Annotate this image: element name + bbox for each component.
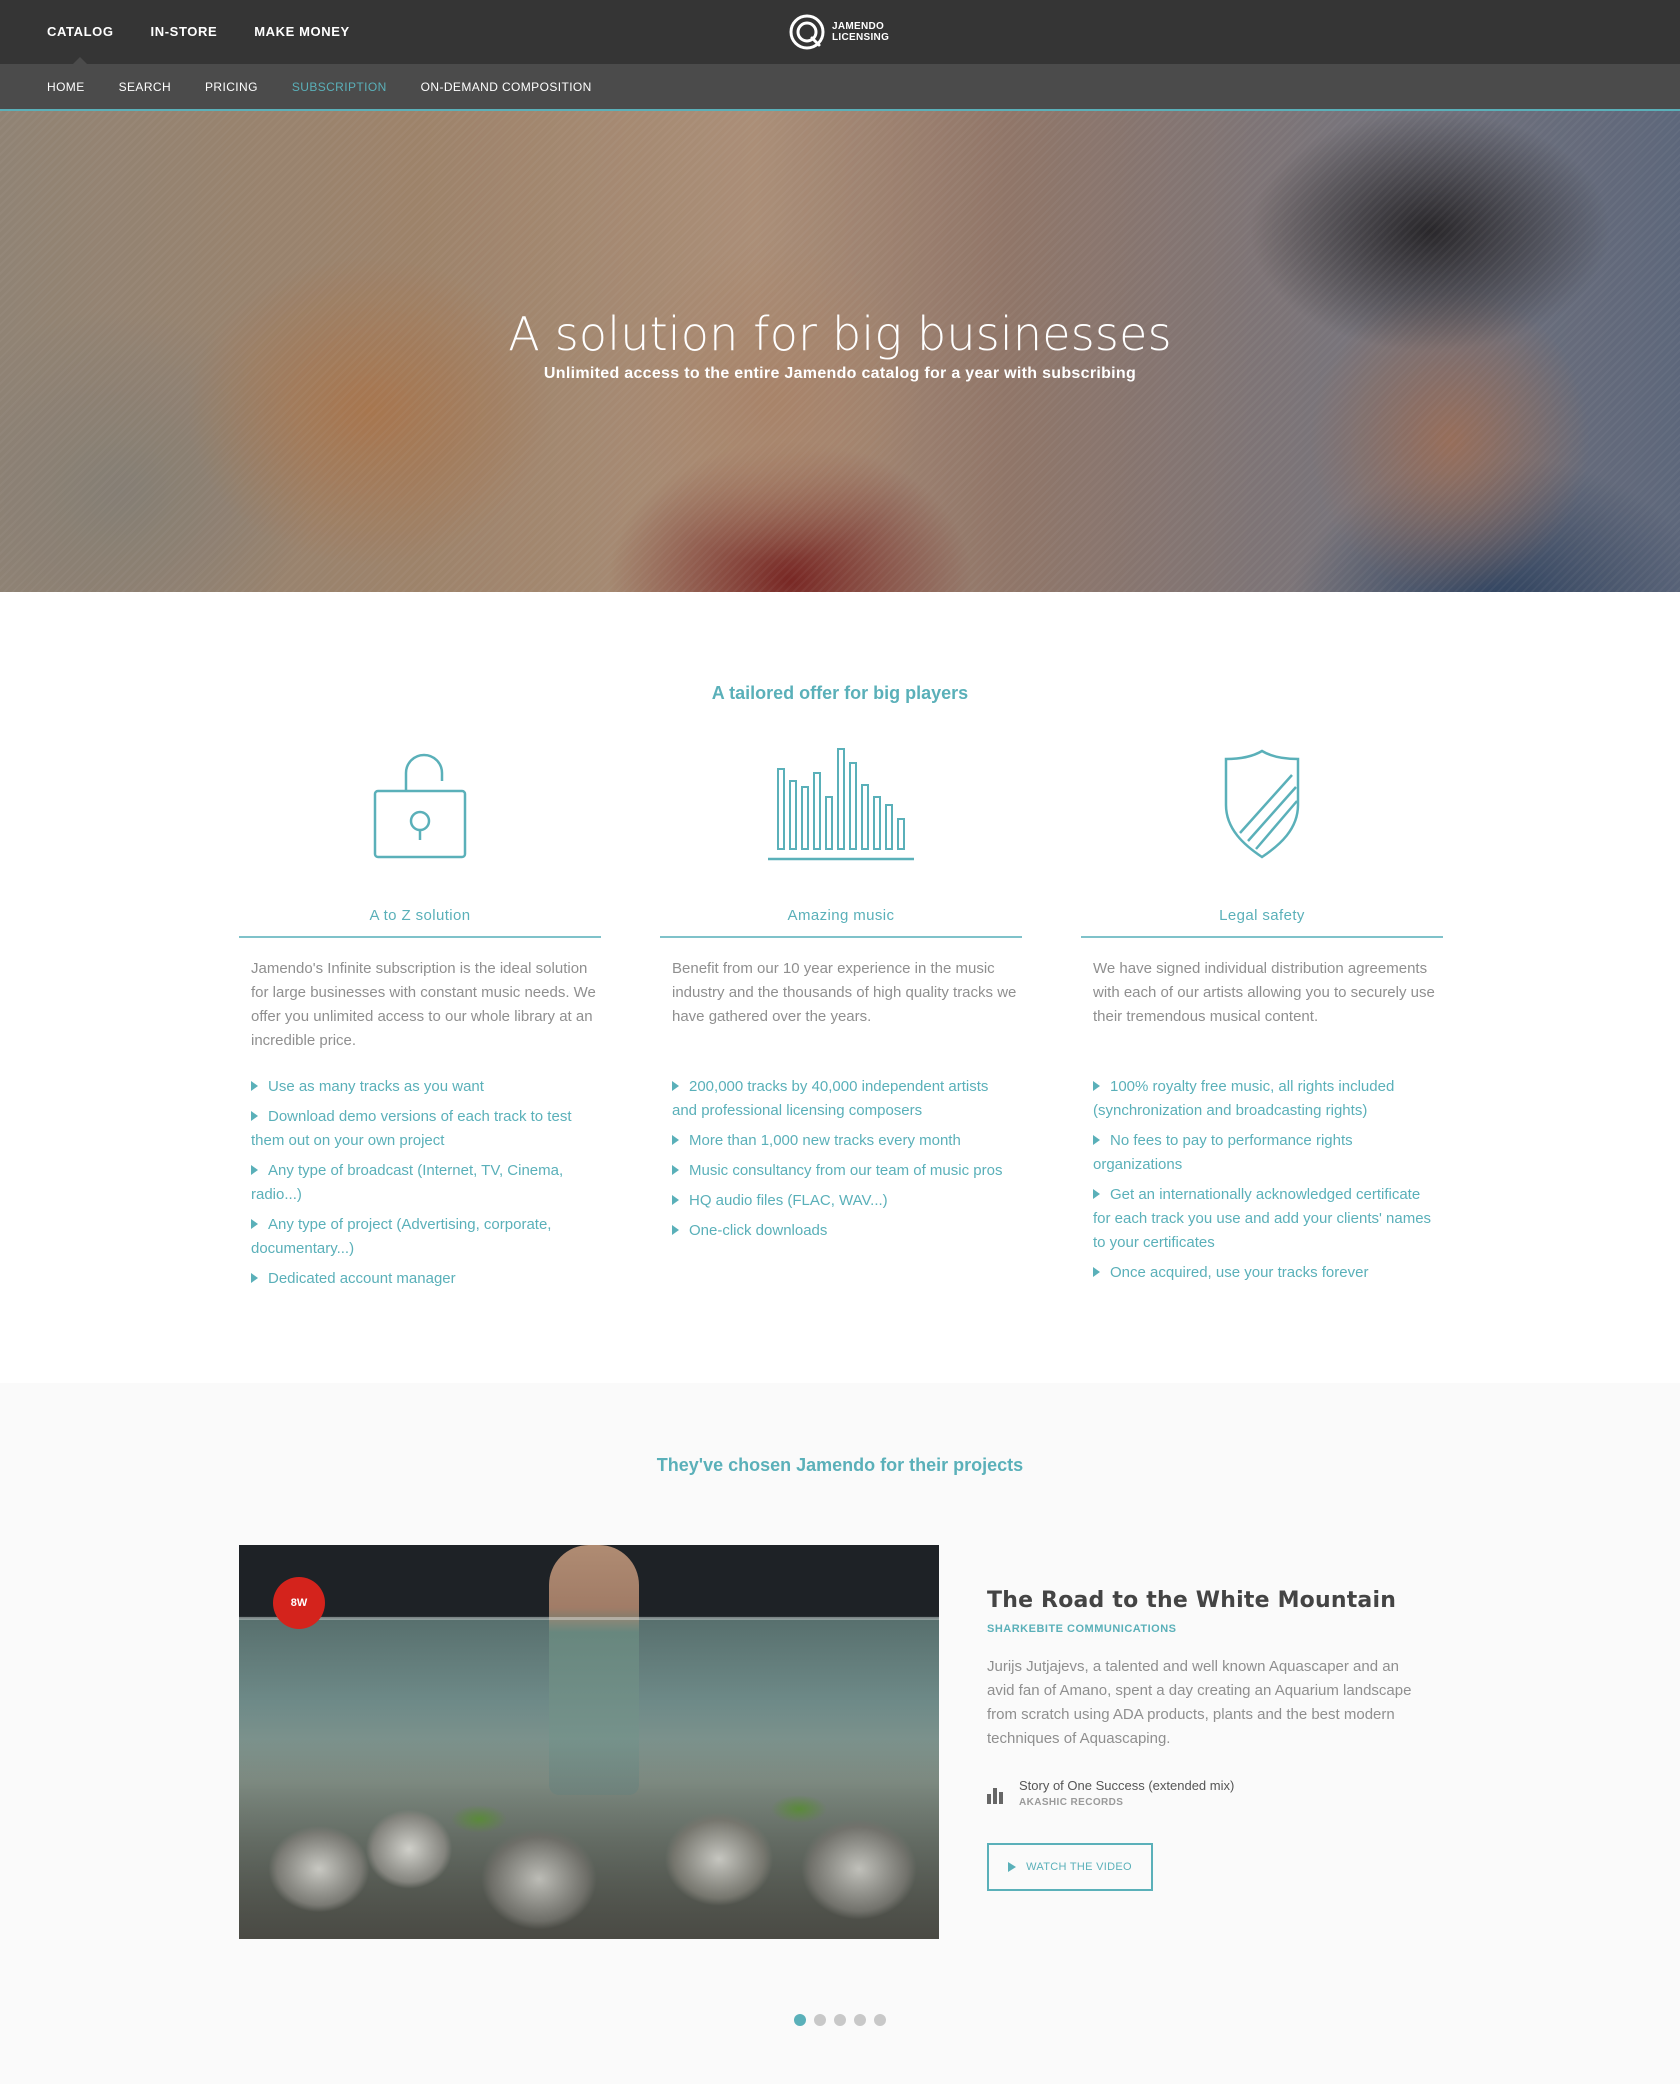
bullet-arrow-icon <box>251 1111 258 1121</box>
feature-text: Get an internationally acknowledged cert… <box>1093 1186 1432 1251</box>
projects-section: They've chosen Jamendo for their project… <box>0 1383 1680 2084</box>
feature-text: Once acquired, use your tracks forever <box>1110 1264 1369 1281</box>
bullet-arrow-icon <box>251 1081 258 1091</box>
video-thumbnail[interactable]: 8W <box>239 1545 939 1939</box>
carousel-dot[interactable] <box>834 2014 846 2026</box>
carousel-dot[interactable] <box>874 2014 886 2026</box>
feature-text: Any type of project (Advertising, corpor… <box>251 1216 552 1257</box>
top-nav: CATALOG IN-STORE MAKE MONEY <box>47 0 387 64</box>
feature-item: 100% royalty free music, all rights incl… <box>1093 1075 1438 1123</box>
offer-title: A tailored offer for big players <box>711 683 969 703</box>
logo-line-2: LICENSING <box>832 32 890 43</box>
feature-item: Dedicated account manager <box>251 1267 596 1291</box>
carousel-dots <box>0 2014 1680 2026</box>
bullet-arrow-icon <box>672 1195 679 1205</box>
logo-text: JAMENDO LICENSING <box>832 21 889 43</box>
feature-list: 100% royalty free music, all rights incl… <box>1093 1075 1438 1291</box>
feature-text: 200,000 tracks by 40,000 independent art… <box>672 1078 989 1119</box>
feature-item: Music consultancy from our team of music… <box>672 1159 1017 1183</box>
project-title: The Road to the White Mountain <box>987 1588 1397 1613</box>
hero-banner: A solution for big businesses Unlimited … <box>0 111 1680 592</box>
bar-chart-icon <box>660 745 1022 875</box>
bullet-arrow-icon <box>672 1225 679 1235</box>
column-heading: Legal safety <box>1081 907 1443 938</box>
watch-video-button[interactable]: WATCH THE VIDEO <box>987 1843 1153 1891</box>
feature-text: 100% royalty free music, all rights incl… <box>1093 1078 1395 1119</box>
channel-badge-icon: 8W <box>273 1577 325 1629</box>
feature-item: Any type of broadcast (Internet, TV, Cin… <box>251 1159 596 1207</box>
jamendo-licensing-logo[interactable]: JAMENDO LICENSING <box>788 13 889 51</box>
play-icon <box>1008 1862 1017 1872</box>
feature-item: 200,000 tracks by 40,000 independent art… <box>672 1075 1017 1123</box>
bullet-arrow-icon <box>672 1081 679 1091</box>
audio-bars-icon <box>987 1788 1003 1804</box>
feature-text: No fees to pay to performance rights org… <box>1093 1132 1353 1173</box>
subnav-on-demand-composition[interactable]: ON-DEMAND COMPOSITION <box>421 64 592 109</box>
watch-video-label: WATCH THE VIDEO <box>1026 1861 1132 1873</box>
feature-item: Get an internationally acknowledged cert… <box>1093 1183 1438 1255</box>
subnav-subscription[interactable]: SUBSCRIPTION <box>292 64 387 109</box>
feature-item: Use as many tracks as you want <box>251 1075 596 1099</box>
feature-item: Download demo versions of each track to … <box>251 1105 596 1153</box>
subnav-home[interactable]: HOME <box>47 64 85 109</box>
topnav-in-store[interactable]: IN-STORE <box>151 0 218 64</box>
jamendo-logo-icon <box>789 14 825 50</box>
carousel-dot[interactable] <box>794 2014 806 2026</box>
track-name[interactable]: Story of One Success (extended mix) <box>1019 1776 1234 1796</box>
bullet-arrow-icon <box>251 1273 258 1283</box>
feature-text: Use as many tracks as you want <box>268 1078 484 1095</box>
feature-text: Music consultancy from our team of music… <box>689 1162 1003 1179</box>
feature-text: Dedicated account manager <box>268 1270 456 1287</box>
top-bar: CATALOG IN-STORE MAKE MONEY JAMENDO LICE… <box>0 0 1680 64</box>
track-info[interactable]: Story of One Success (extended mix) AKAS… <box>987 1776 1234 1810</box>
aquarium-edge <box>239 1617 939 1620</box>
feature-text: Download demo versions of each track to … <box>251 1108 572 1149</box>
shield-icon <box>1081 745 1443 875</box>
column-description: Jamendo's Infinite subscription is the i… <box>251 960 596 1049</box>
bullet-arrow-icon <box>672 1165 679 1175</box>
feature-item: Once acquired, use your tracks forever <box>1093 1261 1438 1285</box>
bullet-arrow-icon <box>672 1135 679 1145</box>
bullet-arrow-icon <box>1093 1135 1100 1145</box>
feature-item: More than 1,000 new tracks every month <box>672 1129 1017 1153</box>
column-description: Benefit from our 10 year experience in t… <box>672 960 1017 1025</box>
feature-item: One-click downloads <box>672 1219 1017 1243</box>
topnav-catalog[interactable]: CATALOG <box>47 0 114 64</box>
feature-text: Any type of broadcast (Internet, TV, Cin… <box>251 1162 564 1203</box>
track-text: Story of One Success (extended mix) AKAS… <box>1019 1776 1234 1810</box>
project-client[interactable]: SHARKEBITE COMMUNICATIONS <box>987 1623 1177 1635</box>
carousel-dot[interactable] <box>854 2014 866 2026</box>
hero-subtitle: Unlimited access to the entire Jamendo c… <box>543 365 1137 382</box>
logo-line-1: JAMENDO <box>832 21 885 32</box>
column-heading: A to Z solution <box>239 907 601 938</box>
sub-nav: HOME SEARCH PRICING SUBSCRIPTION ON-DEMA… <box>0 64 1680 111</box>
track-label[interactable]: AKASHIC RECORDS <box>1019 1796 1234 1810</box>
project-description: Jurijs Jutjajevs, a talented and well kn… <box>987 1658 1412 1747</box>
feature-text: HQ audio files (FLAC, WAV...) <box>689 1192 888 1209</box>
bullet-arrow-icon <box>251 1219 258 1229</box>
feature-item: No fees to pay to performance rights org… <box>1093 1129 1438 1177</box>
carousel-dot[interactable] <box>814 2014 826 2026</box>
subnav-search[interactable]: SEARCH <box>119 64 171 109</box>
projects-title: They've chosen Jamendo for their project… <box>656 1455 1024 1475</box>
bullet-arrow-icon <box>1093 1267 1100 1277</box>
subnav-list: HOME SEARCH PRICING SUBSCRIPTION ON-DEMA… <box>47 64 626 109</box>
aquarium-rocks <box>239 1739 939 1939</box>
feature-list: 200,000 tracks by 40,000 independent art… <box>672 1075 1017 1249</box>
feature-text: One-click downloads <box>689 1222 828 1239</box>
feature-text: More than 1,000 new tracks every month <box>689 1132 961 1149</box>
hero-title: A solution for big businesses <box>508 307 1172 361</box>
feature-list: Use as many tracks as you want Download … <box>251 1075 596 1297</box>
column-heading: Amazing music <box>660 907 1022 938</box>
topnav-make-money[interactable]: MAKE MONEY <box>254 0 350 64</box>
feature-item: HQ audio files (FLAC, WAV...) <box>672 1189 1017 1213</box>
column-description: We have signed individual distribution a… <box>1093 960 1435 1025</box>
bullet-arrow-icon <box>1093 1189 1100 1199</box>
unlock-icon <box>239 745 601 875</box>
bullet-arrow-icon <box>1093 1081 1100 1091</box>
subnav-pricing[interactable]: PRICING <box>205 64 258 109</box>
bullet-arrow-icon <box>251 1165 258 1175</box>
feature-item: Any type of project (Advertising, corpor… <box>251 1213 596 1261</box>
